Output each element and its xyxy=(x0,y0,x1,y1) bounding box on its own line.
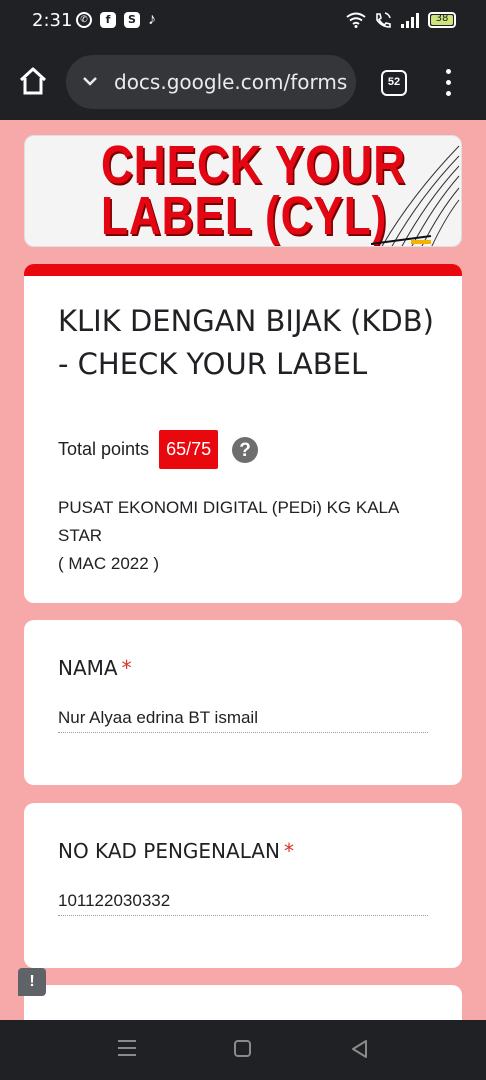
question-title: NO KAD PENGENALAN xyxy=(58,839,280,863)
required-asterisk: * xyxy=(283,839,294,863)
whatsapp-icon: ✆ xyxy=(76,12,92,28)
browser-toolbar: docs.google.com/forms 52 xyxy=(0,42,486,120)
tiktok-icon: ♪ xyxy=(148,11,156,28)
banner-decoration xyxy=(371,145,460,246)
answer-field: Nur Alyaa edrina BT ismail xyxy=(58,708,428,733)
battery-percent: 38 xyxy=(435,13,449,24)
report-abuse-icon[interactable]: ! xyxy=(18,968,46,996)
address-bar[interactable]: docs.google.com/forms xyxy=(66,55,356,109)
description-line: PUSAT EKONOMI DIGITAL (PEDi) KG KALA STA… xyxy=(58,498,399,545)
points-label: Total points xyxy=(58,439,150,459)
question-label: NAMA * xyxy=(58,656,132,680)
home-icon[interactable] xyxy=(18,66,48,96)
status-bar: 2:31 ✆ f S ♪ 38 xyxy=(0,0,486,42)
points-score-badge: 65/75 xyxy=(159,430,219,469)
total-points-row: Total points 65/75 ? xyxy=(58,430,259,469)
system-status-icons: 38 xyxy=(346,12,456,28)
wifi-icon xyxy=(346,12,366,28)
question-card: NAMA * Nur Alyaa edrina BT ismail xyxy=(24,620,462,785)
chevron-down-icon[interactable] xyxy=(82,73,98,89)
question-label: NO KAD PENGENALAN * xyxy=(58,839,294,863)
question-card: NO KAD PENGENALAN * 101122030332 xyxy=(24,803,462,968)
form-title-card: KLIK DENGAN BIJAK (KDB) - CHECK YOUR LAB… xyxy=(24,264,462,603)
notification-icons: ✆ f S ♪ xyxy=(76,12,164,28)
more-options-icon[interactable] xyxy=(438,66,458,100)
back-icon[interactable] xyxy=(350,1039,368,1059)
url-text[interactable]: docs.google.com/forms xyxy=(114,70,347,94)
question-title: NAMA xyxy=(58,656,118,680)
description-line: ( MAC 2022 ) xyxy=(58,554,160,573)
battery-icon: 38 xyxy=(428,12,456,28)
facebook-icon: f xyxy=(100,12,116,28)
signal-icon xyxy=(401,13,419,28)
help-icon[interactable]: ? xyxy=(232,436,259,463)
form-description: PUSAT EKONOMI DIGITAL (PEDi) KG KALA STA… xyxy=(58,494,438,578)
tab-switcher-button[interactable]: 52 xyxy=(381,70,407,96)
form-header-image: CHECK YOUR LABEL (CYL) xyxy=(24,135,462,247)
recent-apps-icon[interactable] xyxy=(118,1040,136,1058)
status-time: 2:31 xyxy=(32,10,73,31)
form-title: KLIK DENGAN BIJAK (KDB) - CHECK YOUR LAB… xyxy=(58,304,434,381)
banner-text: CHECK YOUR LABEL (CYL) xyxy=(101,135,407,246)
shopee-icon: S xyxy=(124,12,140,28)
answer-field: 101122030332 xyxy=(58,891,428,916)
required-asterisk: * xyxy=(121,656,132,680)
home-button-icon[interactable] xyxy=(234,1040,251,1057)
system-navigation-bar xyxy=(0,1020,486,1080)
wifi-calling-icon xyxy=(376,12,391,28)
